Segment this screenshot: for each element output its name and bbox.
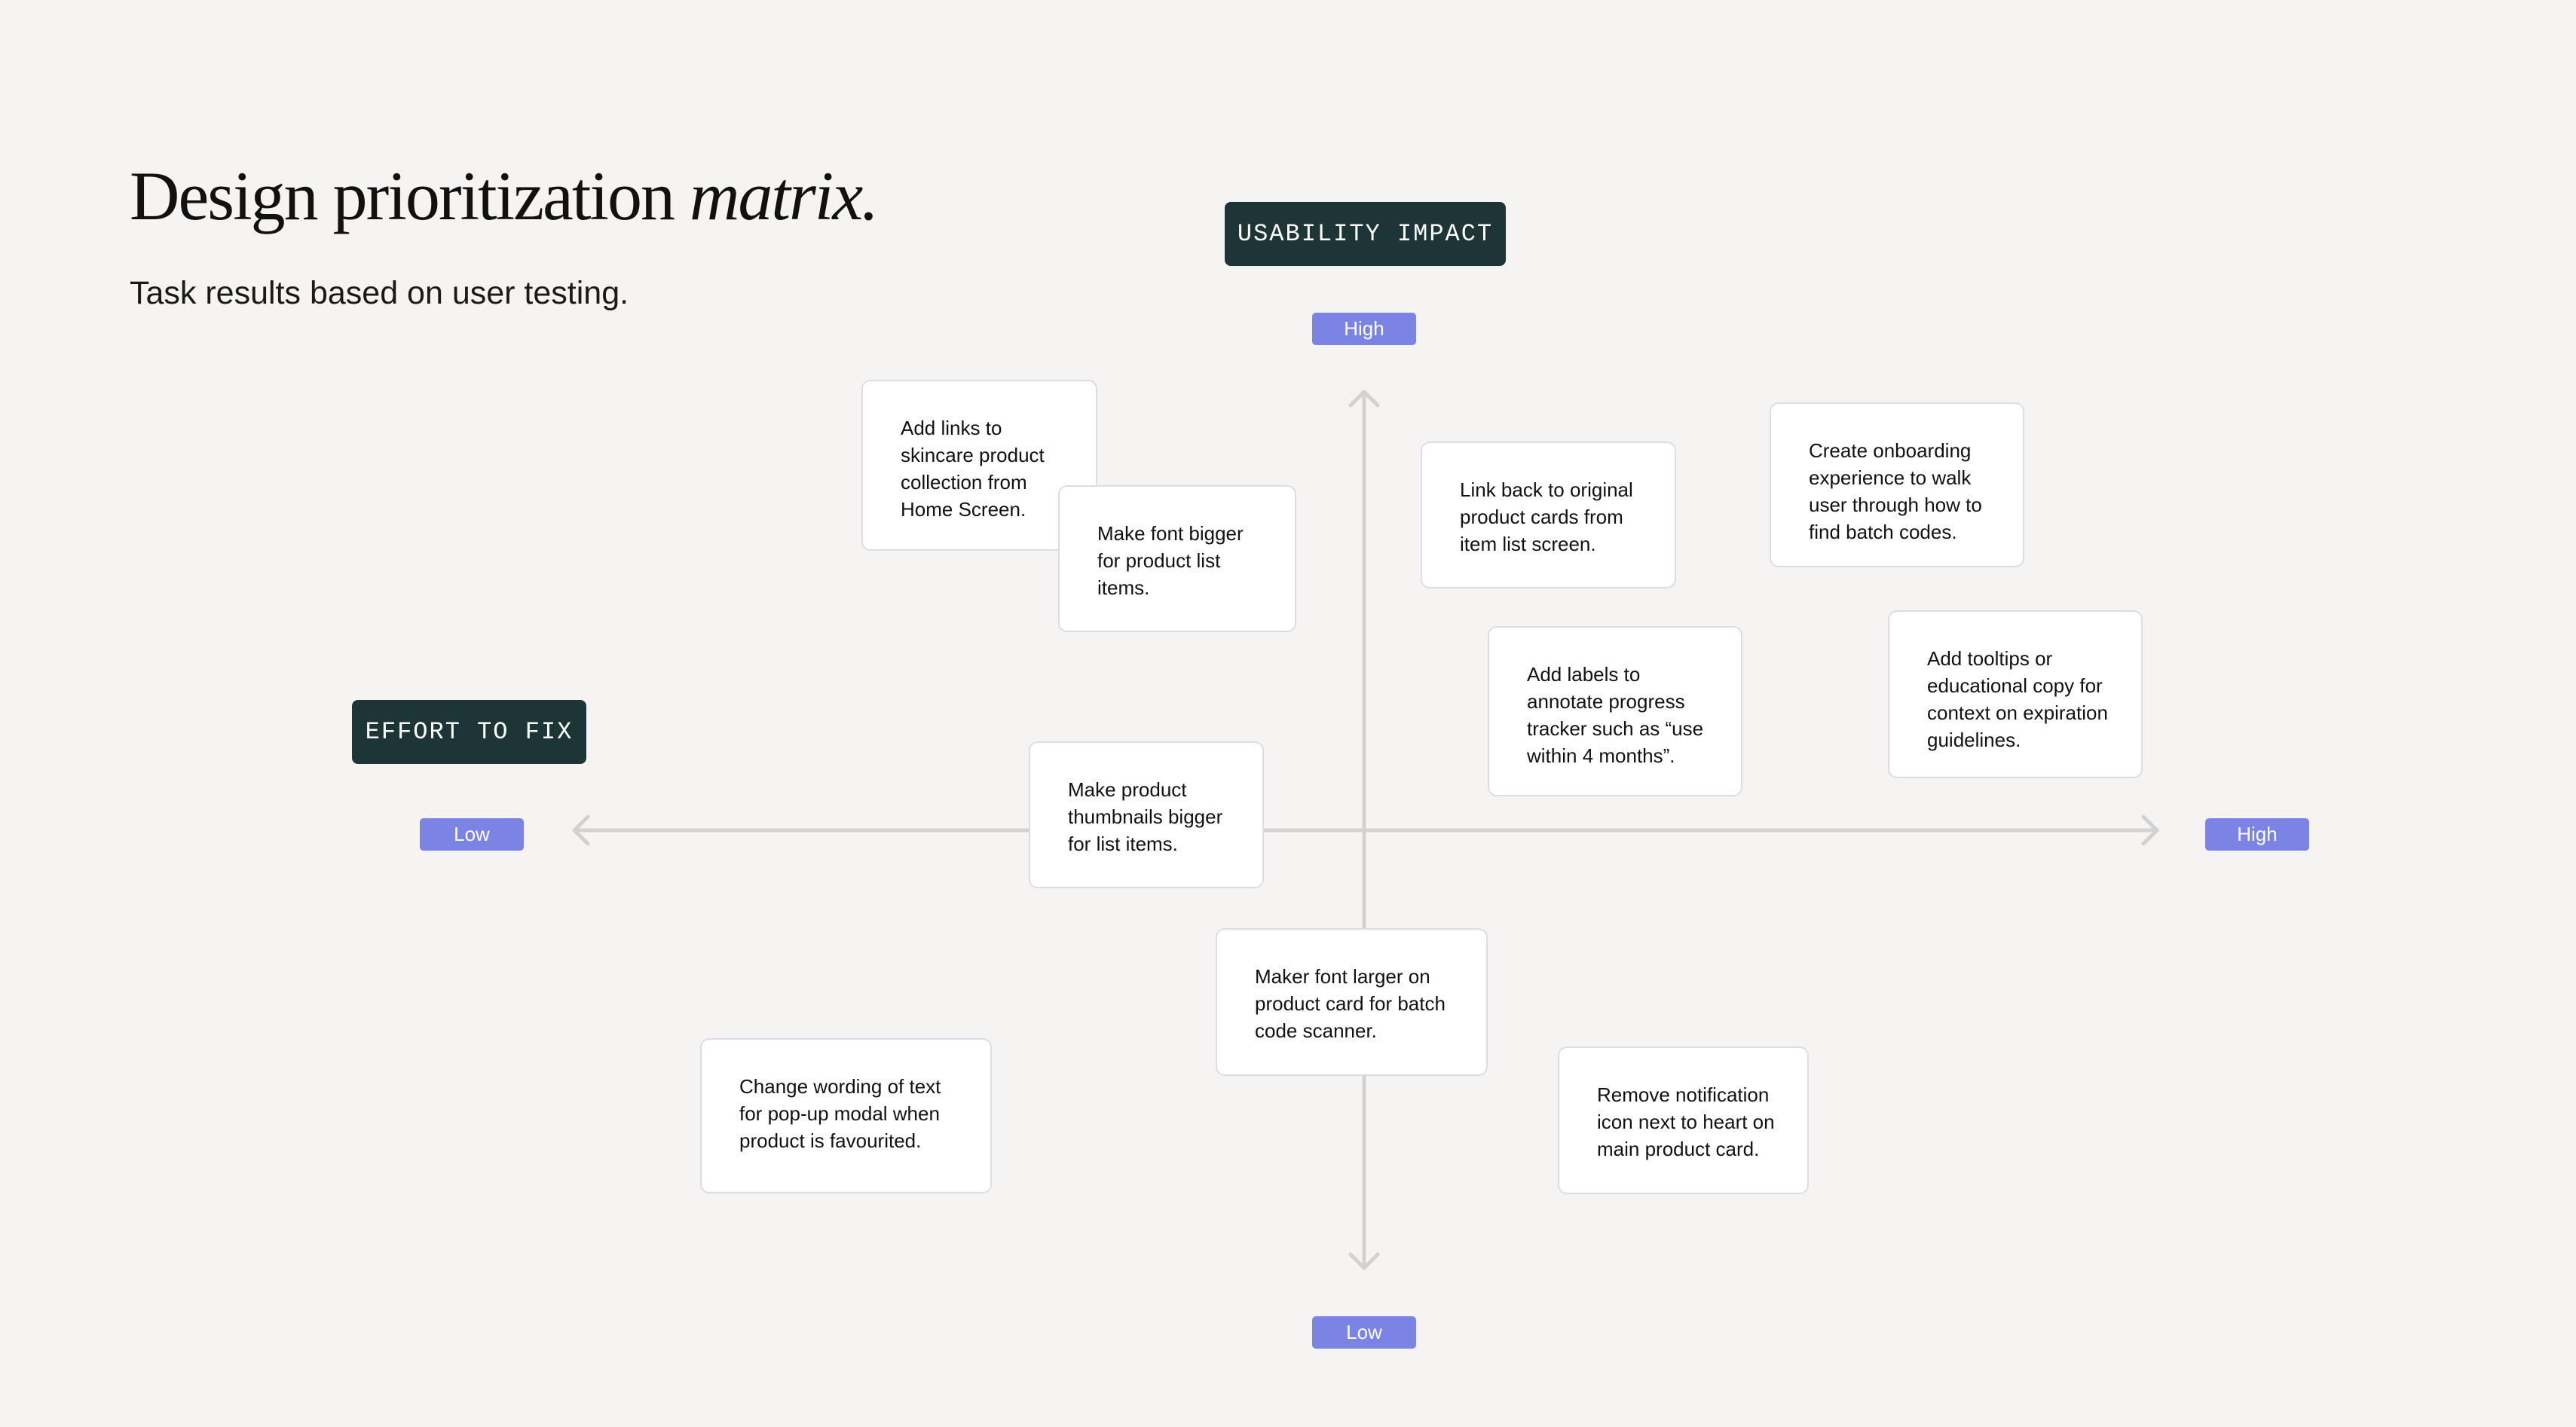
task-card: Remove notification icon next to heart o… — [1558, 1047, 1809, 1194]
task-card: Make product thumbnails bigger for list … — [1029, 741, 1264, 888]
task-card-text: Link back to original product cards from… — [1460, 478, 1633, 555]
task-card-text: Change wording of text for pop-up modal … — [739, 1075, 941, 1152]
task-card: Link back to original product cards from… — [1421, 442, 1676, 588]
vertical-low-pill: Low — [1312, 1316, 1416, 1349]
horizontal-high-pill: High — [2205, 818, 2309, 851]
task-card: Make font bigger for product list items. — [1058, 485, 1296, 632]
task-card-text: Add tooltips or educational copy for con… — [1927, 647, 2108, 751]
effort-to-fix-label: EFFORT TO FIX — [352, 700, 586, 764]
task-card-text: Add labels to annotate progress tracker … — [1527, 663, 1704, 767]
horizontal-low-pill: Low — [420, 818, 524, 851]
task-card: Change wording of text for pop-up modal … — [700, 1038, 992, 1193]
task-card: Create onboarding experience to walk use… — [1770, 402, 2024, 567]
usability-impact-label: USABILITY IMPACT — [1225, 202, 1506, 266]
task-card-text: Remove notification icon next to heart o… — [1597, 1083, 1775, 1160]
task-card: Add labels to annotate progress tracker … — [1488, 626, 1742, 796]
task-card: Add tooltips or educational copy for con… — [1888, 610, 2143, 778]
task-card-text: Make product thumbnails bigger for list … — [1068, 778, 1223, 855]
task-card-text: Add links to skincare product collection… — [901, 417, 1045, 521]
task-card-text: Maker font larger on product card for ba… — [1255, 965, 1446, 1042]
vertical-high-pill: High — [1312, 313, 1416, 345]
task-card-text: Create onboarding experience to walk use… — [1809, 439, 1982, 543]
task-card: Maker font larger on product card for ba… — [1216, 928, 1488, 1076]
task-card-text: Make font bigger for product list items. — [1097, 522, 1244, 599]
